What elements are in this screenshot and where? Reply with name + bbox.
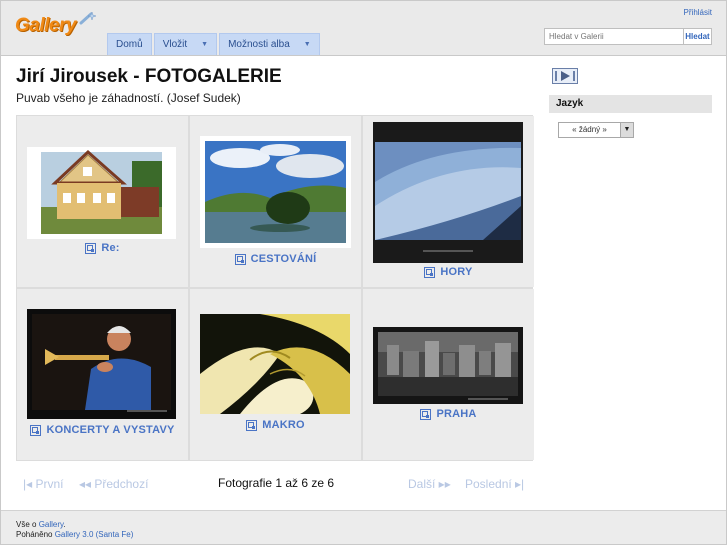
nav-home[interactable]: Domů	[107, 33, 152, 55]
album-thumbnail[interactable]	[200, 136, 351, 248]
footer: Vše o Gallery. Poháněno Gallery 3.0 (San…	[1, 510, 726, 544]
logo-text: Gallery	[15, 15, 76, 36]
header: Gallery Domů Vložit ▼ Možnosti alba ▼ Př…	[1, 1, 726, 56]
album-title[interactable]: MAKRO	[190, 419, 361, 431]
nav-album-options-label: Možnosti alba	[228, 39, 290, 50]
footer-powered: Poháněno Gallery 3.0 (Santa Fe)	[16, 530, 133, 539]
album-icon	[30, 424, 42, 436]
album-cell[interactable]: Re:	[17, 116, 188, 287]
album-icon	[420, 408, 432, 420]
album-thumbnail[interactable]	[27, 309, 176, 419]
nav-add-menu[interactable]: Vložit ▼	[153, 33, 218, 55]
album-cell[interactable]: CESTOVÁNÍ	[190, 116, 361, 287]
footer-about-suffix: .	[63, 520, 66, 529]
search-form: Hledat	[544, 28, 712, 45]
chevron-down-icon: ▼	[303, 41, 311, 48]
album-title-text: PRAHA	[436, 408, 477, 420]
search-input[interactable]	[544, 28, 684, 45]
album-icon	[424, 266, 436, 278]
album-title[interactable]: KONCERTY A VYSTAVY	[17, 424, 188, 436]
album-title[interactable]: Re:	[17, 242, 188, 254]
search-button[interactable]: Hledat	[684, 28, 712, 45]
footer-version-link[interactable]: Gallery 3.0 (Santa Fe)	[55, 530, 134, 539]
album-title-text: HORY	[440, 266, 473, 278]
footer-about-prefix: Vše o	[16, 520, 39, 529]
album-cell[interactable]: PRAHA	[363, 289, 534, 460]
page-title: Jirí Jirousek - FOTOGALERIE	[16, 66, 282, 87]
nav-home-label: Domů	[116, 39, 143, 50]
nav-album-options-menu[interactable]: Možnosti alba ▼	[219, 33, 320, 55]
footer-gallery-link[interactable]: Gallery	[39, 520, 64, 529]
chevron-down-icon[interactable]: ▼	[620, 123, 633, 137]
logo-sparkle-icon	[79, 11, 97, 25]
album-title[interactable]: HORY	[363, 266, 534, 278]
album-icon	[234, 253, 246, 265]
chevron-down-icon: ▼	[201, 41, 209, 48]
album-title-text: Re:	[101, 242, 120, 254]
album-icon	[246, 419, 258, 431]
album-icon	[85, 242, 97, 254]
nav-add-label: Vložit	[162, 39, 188, 50]
main-nav: Domů Vložit ▼ Možnosti alba ▼	[107, 33, 322, 55]
album-title[interactable]: CESTOVÁNÍ	[190, 253, 361, 265]
pager-status: Fotografie 1 až 6 ze 6	[218, 476, 335, 490]
album-cell[interactable]: HORY	[363, 116, 534, 287]
footer-powered-prefix: Poháněno	[16, 530, 55, 539]
language-select-value: « žádný »	[572, 125, 607, 134]
album-cell[interactable]: KONCERTY A VYSTAVY	[17, 289, 188, 460]
language-heading: Jazyk	[549, 95, 712, 113]
pagination: |◂ První ◂◂ Předchozí Fotografie 1 až 6 …	[16, 475, 533, 493]
language-select[interactable]: « žádný » ▼	[558, 122, 634, 138]
pager-next[interactable]: Další ▸▸	[408, 477, 451, 491]
page: Gallery Domů Vložit ▼ Možnosti alba ▼ Př…	[0, 0, 727, 545]
album-title-text: KONCERTY A VYSTAVY	[46, 424, 175, 436]
album-title-text: MAKRO	[262, 419, 305, 431]
pager-last[interactable]: Poslední ▸|	[465, 477, 524, 491]
login-link[interactable]: Přihlásit	[684, 8, 712, 17]
album-thumbnail[interactable]	[373, 327, 523, 404]
album-title-text: CESTOVÁNÍ	[250, 253, 317, 265]
pager-previous[interactable]: ◂◂ Předchozí	[79, 477, 148, 491]
page-subtitle: Puvab všeho je záhadností. (Josef Sudek)	[16, 91, 241, 105]
album-thumbnail[interactable]	[200, 314, 350, 414]
pager-first[interactable]: |◂ První	[23, 477, 63, 491]
footer-about: Vše o Gallery.	[16, 520, 66, 529]
slideshow-icon[interactable]	[552, 68, 578, 84]
album-thumbnail[interactable]	[27, 147, 176, 239]
gallery-logo[interactable]: Gallery	[15, 11, 97, 45]
album-thumbnail[interactable]	[373, 122, 523, 263]
album-cell[interactable]: MAKRO	[190, 289, 361, 460]
album-grid: Re: CESTOVÁNÍ HORY KONCERTY A VYSTAVY MA…	[16, 115, 534, 461]
album-title[interactable]: PRAHA	[363, 408, 534, 420]
